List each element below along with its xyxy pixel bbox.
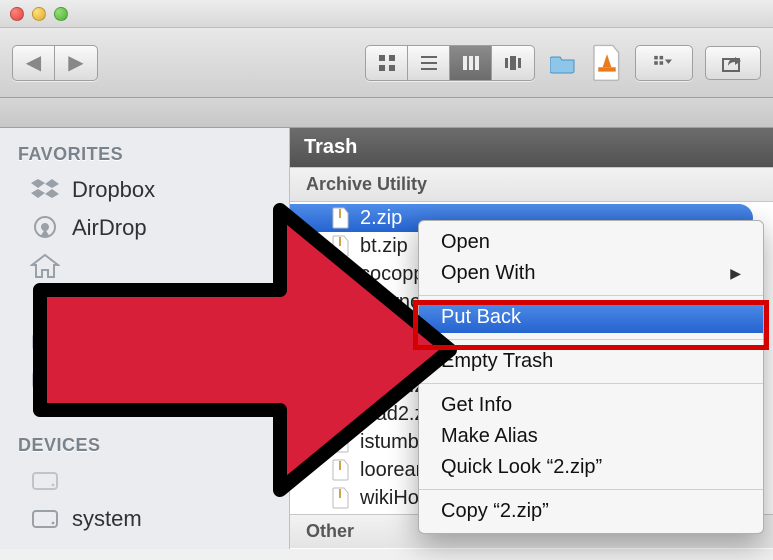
- submenu-arrow-icon: ▶: [730, 265, 741, 282]
- vlc-file-icon[interactable]: [591, 46, 623, 80]
- folder-button[interactable]: [547, 46, 579, 80]
- sidebar: FAVORITES Dropbox AirDrop Applic: [0, 128, 290, 549]
- location-header: Trash: [290, 128, 773, 167]
- arrange-icon: [653, 55, 675, 71]
- sidebar-heading-favorites: FAVORITES: [0, 138, 289, 171]
- drive-icon: [28, 365, 62, 395]
- menu-separator: [419, 339, 763, 340]
- zoom-window-button[interactable]: [54, 7, 68, 21]
- tab-bar: [0, 98, 773, 128]
- menu-empty-trash[interactable]: Empty Trash: [419, 346, 763, 377]
- dropbox-icon: [28, 175, 62, 205]
- sidebar-item-drive1[interactable]: [0, 323, 289, 361]
- view-coverflow-button[interactable]: [492, 46, 534, 80]
- zip-file-icon: [330, 262, 352, 286]
- drive-icon: [28, 327, 62, 357]
- traffic-lights: [10, 7, 68, 21]
- file-name: ipad1.z: [360, 375, 425, 398]
- list-icon: [420, 54, 438, 72]
- sidebar-item-drive2[interactable]: [0, 361, 289, 399]
- menu-open[interactable]: Open: [419, 227, 763, 258]
- zip-file-icon: [330, 234, 352, 258]
- file-name: evernot: [360, 291, 427, 314]
- menu-make-alias[interactable]: Make Alias: [419, 421, 763, 452]
- view-list-button[interactable]: [408, 46, 450, 80]
- zip-file-icon: [330, 458, 352, 482]
- menu-copy[interactable]: Copy “2.zip”: [419, 496, 763, 527]
- menu-get-info[interactable]: Get Info: [419, 390, 763, 421]
- drive-icon: [28, 466, 62, 496]
- zip-file-icon: [330, 486, 352, 510]
- menu-separator: [419, 489, 763, 490]
- drive-icon: [28, 504, 62, 534]
- context-menu: Open Open With ▶ Put Back Empty Trash Ge…: [418, 220, 764, 534]
- forward-arrow-icon: ▶: [68, 50, 83, 75]
- menu-quick-look[interactable]: Quick Look “2.zip”: [419, 452, 763, 483]
- applications-icon: [28, 289, 62, 319]
- toolbar: ◀ ▶: [0, 28, 773, 98]
- back-button[interactable]: ◀: [13, 46, 55, 80]
- close-window-button[interactable]: [10, 7, 24, 21]
- file-name: ag.z: [360, 347, 398, 370]
- view-switcher: [365, 45, 535, 81]
- file-name: 2.zip: [360, 207, 402, 230]
- sidebar-item-applications[interactable]: Applic: [0, 285, 289, 323]
- sidebar-item-label: Applic: [72, 291, 132, 317]
- airdrop-icon: [28, 213, 62, 243]
- back-arrow-icon: ◀: [26, 50, 41, 75]
- share-button[interactable]: [705, 46, 761, 80]
- zip-file-icon: [330, 206, 352, 230]
- document-icon: [591, 44, 623, 82]
- zip-file-icon: [330, 318, 352, 342]
- sidebar-heading-devices: DEVICES: [0, 429, 289, 462]
- sidebar-item-dropbox[interactable]: Dropbox: [0, 171, 289, 209]
- coverflow-icon: [504, 54, 522, 72]
- sidebar-item-device1[interactable]: [0, 462, 289, 500]
- home-icon: [28, 251, 62, 281]
- view-columns-button[interactable]: [450, 46, 492, 80]
- file-name: loorean: [360, 459, 427, 482]
- arrange-group: [635, 45, 693, 81]
- menu-open-with[interactable]: Open With ▶: [419, 258, 763, 289]
- sidebar-item-label: AirDrop: [72, 215, 147, 241]
- zip-file-icon: [330, 374, 352, 398]
- columns-icon: [462, 54, 480, 72]
- file-name: ipad2.z: [360, 403, 425, 426]
- sidebar-item-label: system: [72, 506, 142, 532]
- file-name: cocopp: [360, 263, 425, 286]
- group-header-archive: Archive Utility: [290, 167, 773, 202]
- folder-icon: [550, 52, 576, 74]
- arrange-button[interactable]: [636, 46, 692, 80]
- menu-put-back[interactable]: Put Back: [419, 302, 763, 333]
- view-icons-button[interactable]: [366, 46, 408, 80]
- sidebar-item-label: Dropbox: [72, 177, 155, 203]
- zip-file-icon: [330, 346, 352, 370]
- sidebar-item-home[interactable]: [0, 247, 289, 285]
- share-icon: [722, 54, 744, 72]
- nav-group: ◀ ▶: [12, 45, 98, 81]
- sidebar-item-airdrop[interactable]: AirDrop: [0, 209, 289, 247]
- zip-file-icon: [330, 430, 352, 454]
- file-name: istumbl: [360, 431, 423, 454]
- minimize-window-button[interactable]: [32, 7, 46, 21]
- file-name: bt.zip: [360, 235, 408, 258]
- menu-separator: [419, 295, 763, 296]
- zip-file-icon: [330, 402, 352, 426]
- menu-separator: [419, 383, 763, 384]
- zip-file-icon: [330, 290, 352, 314]
- forward-button[interactable]: ▶: [55, 46, 97, 80]
- titlebar: [0, 0, 773, 28]
- sidebar-item-system[interactable]: system: [0, 500, 289, 538]
- grid-icon: [378, 54, 396, 72]
